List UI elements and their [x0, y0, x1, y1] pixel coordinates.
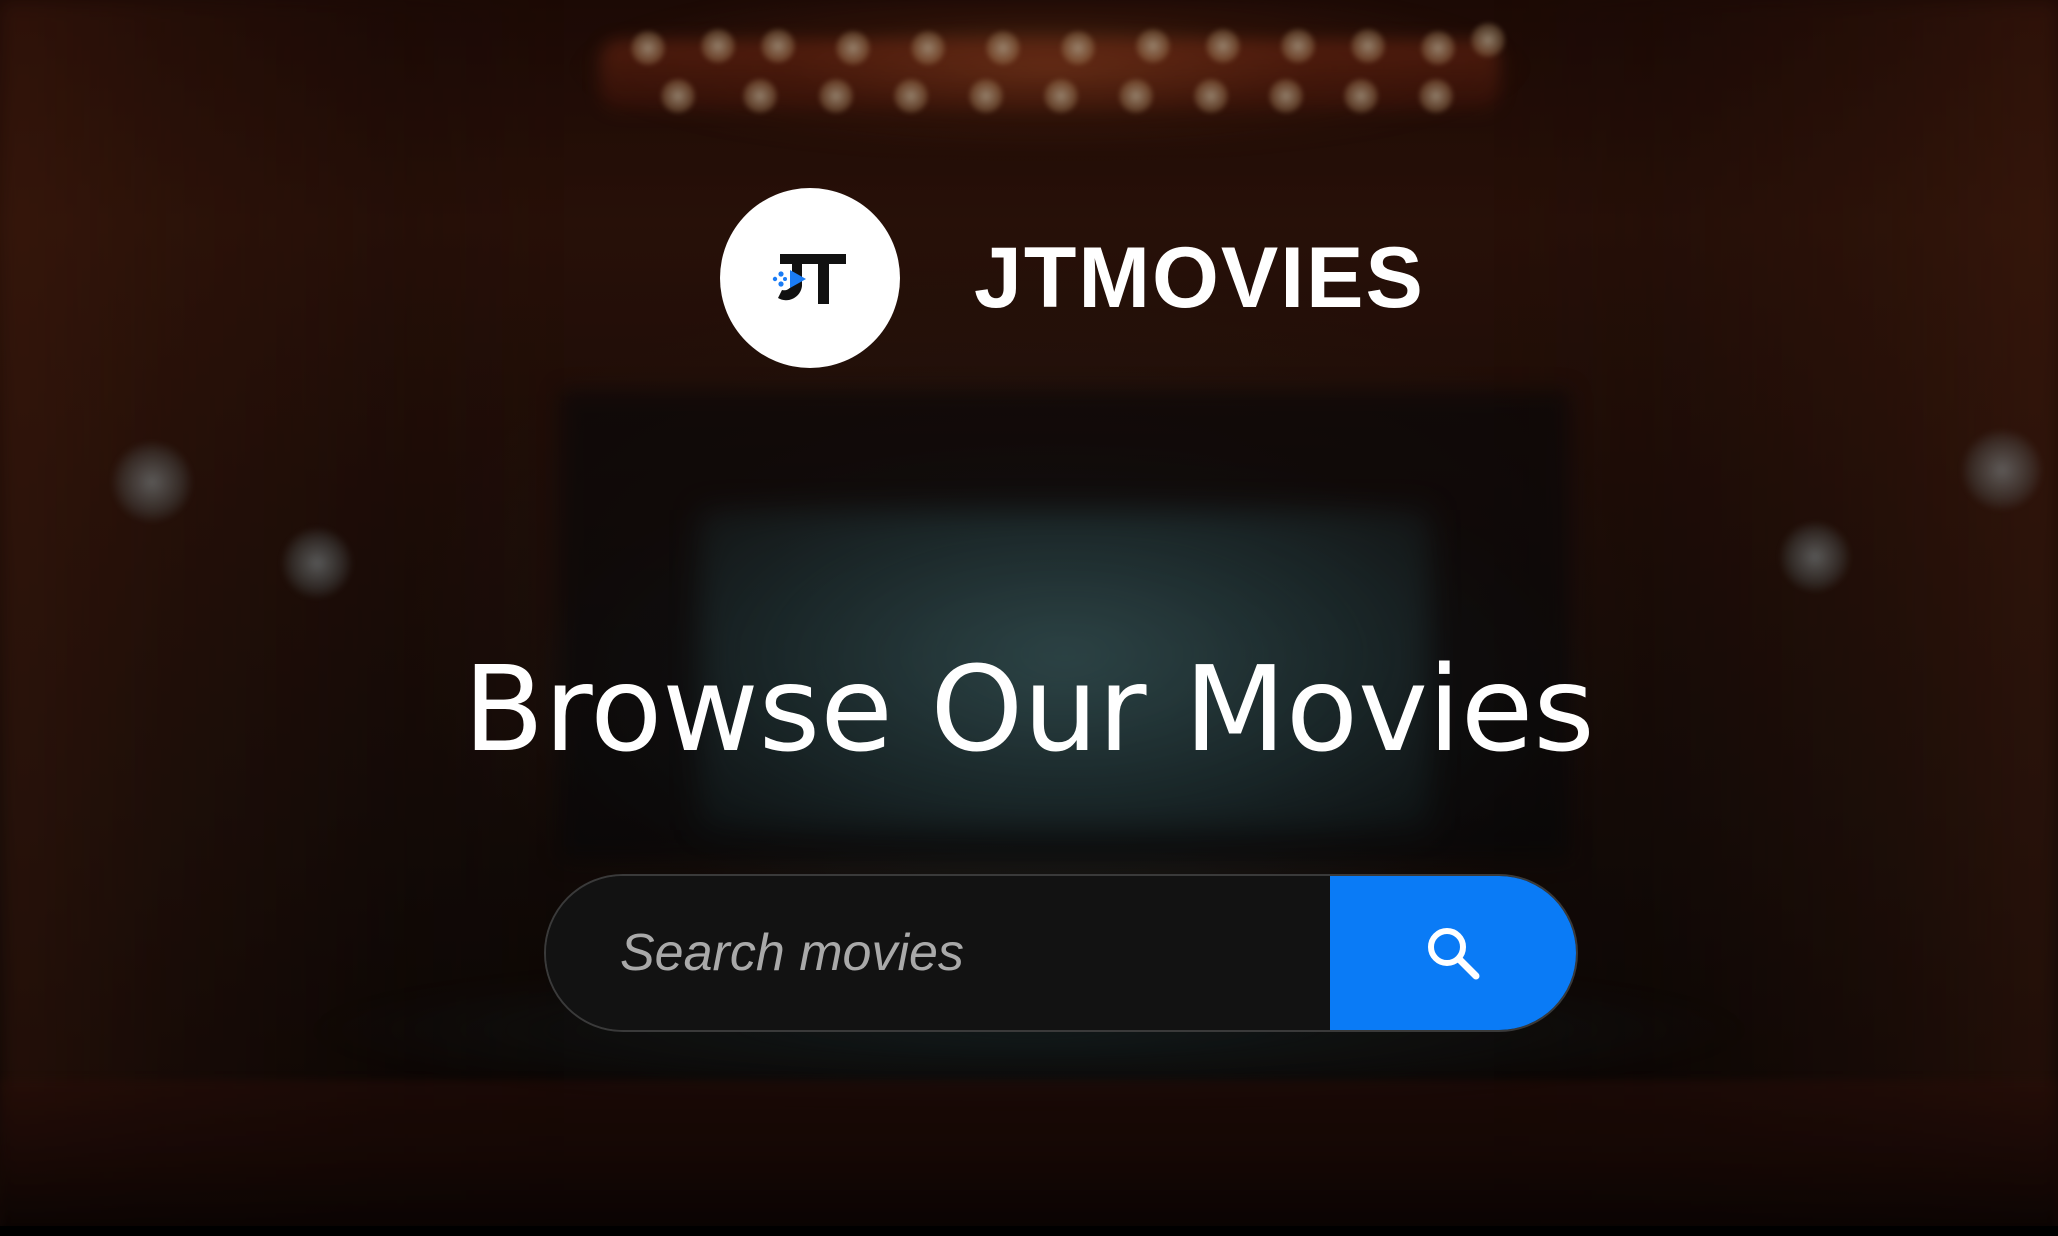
bottom-edge	[0, 1226, 2058, 1236]
background-light-orb	[112, 442, 192, 522]
page-title: Browse Our Movies	[463, 640, 1595, 778]
brand-name[interactable]: JTMOVIES	[974, 235, 1425, 321]
search-icon	[1428, 928, 1480, 980]
background-curtain-left	[0, 0, 560, 1236]
jt-logo-icon	[772, 254, 846, 304]
search-form	[544, 874, 1578, 1032]
search-button[interactable]	[1330, 876, 1576, 1030]
background-seats	[0, 1080, 2058, 1236]
background-ceiling-lights	[0, 0, 2058, 140]
background-light-orb	[282, 528, 352, 598]
background-screen-frame	[560, 390, 1570, 860]
background-light-orb	[1962, 430, 2042, 510]
background-ceiling-glow	[560, 0, 1540, 150]
background-light-orb	[1780, 522, 1850, 592]
hero-section: JTMOVIES Browse Our Movies	[0, 0, 2058, 1236]
search-input[interactable]	[546, 876, 1330, 1030]
background-curtain-right	[1498, 0, 2058, 1236]
background-theater-image	[0, 0, 2058, 1236]
background-shade	[0, 0, 2058, 1236]
brand[interactable]: JTMOVIES	[720, 188, 1425, 368]
logo[interactable]	[720, 188, 900, 368]
background-ceiling-bar	[600, 40, 1500, 110]
